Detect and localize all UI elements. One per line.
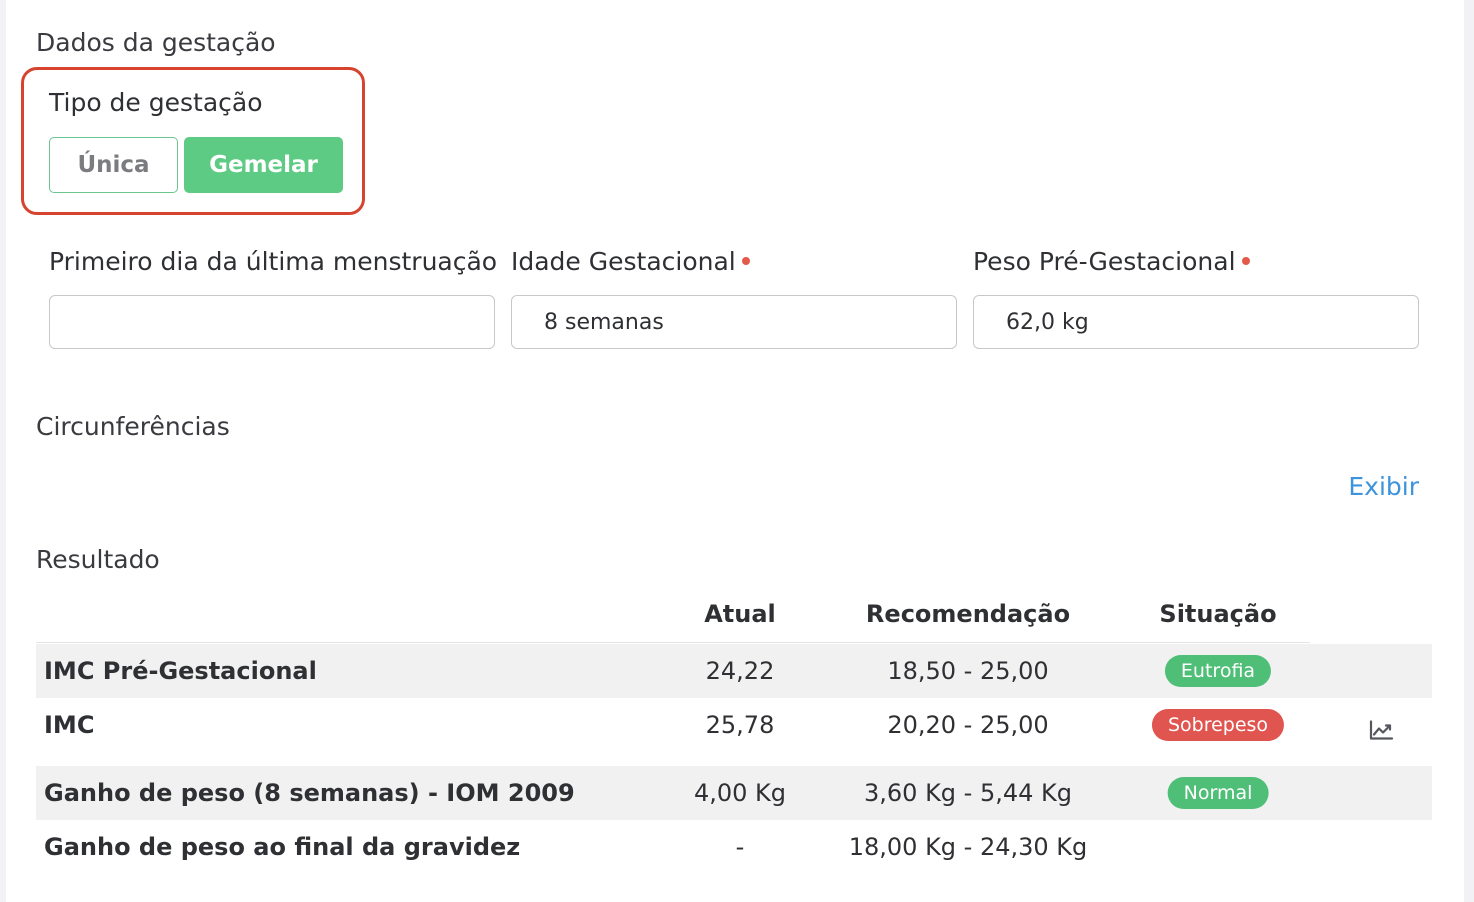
required-indicator bbox=[1241, 257, 1250, 265]
table-row: IMC 25,78 20,20 - 25,00 Sobrepeso bbox=[36, 698, 1432, 752]
column-header-status: Situação bbox=[1159, 600, 1277, 628]
status-badge: Sobrepeso bbox=[1151, 709, 1285, 741]
pre-weight-label-text: Peso Pré-Gestacional bbox=[973, 247, 1236, 276]
gestational-age-label: Idade Gestacional bbox=[511, 247, 750, 276]
row-name: IMC bbox=[44, 711, 95, 739]
last-period-label-text: Primeiro dia da última menstruação bbox=[49, 247, 498, 276]
status-badge: Eutrofia bbox=[1164, 655, 1272, 687]
row-name: Ganho de peso (8 semanas) - IOM 2009 bbox=[44, 779, 575, 807]
row-name: Ganho de peso ao final da gravidez bbox=[44, 833, 521, 861]
column-header-current: Atual bbox=[704, 600, 776, 628]
pregnancy-card: Dados da gestação Tipo de gestação Única… bbox=[6, 0, 1464, 902]
gestational-age-label-text: Idade Gestacional bbox=[511, 247, 736, 276]
table-row: Ganho de peso ao final da gravidez - 18,… bbox=[36, 820, 1432, 874]
section-title-result: Resultado bbox=[36, 545, 160, 574]
single-pregnancy-button[interactable]: Única bbox=[49, 137, 178, 193]
table-row: IMC Pré-Gestacional 24,22 18,50 - 25,00 … bbox=[36, 644, 1432, 698]
line-chart-icon[interactable] bbox=[1368, 720, 1394, 742]
section-title-pregnancy-data: Dados da gestação bbox=[36, 28, 276, 57]
row-recommendation: 18,50 - 25,00 bbox=[887, 657, 1049, 685]
section-title-circumferences: Circunferências bbox=[36, 412, 230, 441]
row-recommendation: 20,20 - 25,00 bbox=[887, 711, 1049, 739]
pre-weight-label: Peso Pré-Gestacional bbox=[973, 247, 1250, 276]
row-current: 24,22 bbox=[705, 657, 775, 685]
row-name: IMC Pré-Gestacional bbox=[44, 657, 317, 685]
row-current: 4,00 Kg bbox=[693, 779, 787, 807]
last-period-label: Primeiro dia da última menstruação bbox=[49, 247, 497, 276]
gestational-age-input[interactable]: 8 semanas bbox=[511, 295, 957, 349]
header-divider bbox=[36, 642, 1310, 643]
table-row: Ganho de peso (8 semanas) - IOM 2009 4,0… bbox=[36, 766, 1432, 820]
status-badge: Normal bbox=[1167, 777, 1269, 809]
row-recommendation: 3,60 Kg - 5,44 Kg bbox=[864, 779, 1072, 807]
show-circumferences-link[interactable]: Exibir bbox=[1348, 472, 1419, 501]
column-header-recommendation: Recomendação bbox=[865, 600, 1071, 628]
row-current: 25,78 bbox=[705, 711, 775, 739]
twin-pregnancy-button[interactable]: Gemelar bbox=[184, 137, 343, 193]
pregnancy-type-label: Tipo de gestação bbox=[49, 88, 263, 117]
row-recommendation: 18,00 Kg - 24,30 Kg bbox=[848, 833, 1088, 861]
row-current: - bbox=[735, 833, 745, 861]
required-indicator bbox=[741, 257, 750, 265]
pre-weight-input[interactable]: 62,0 kg bbox=[973, 295, 1419, 349]
last-period-input[interactable] bbox=[49, 295, 495, 349]
